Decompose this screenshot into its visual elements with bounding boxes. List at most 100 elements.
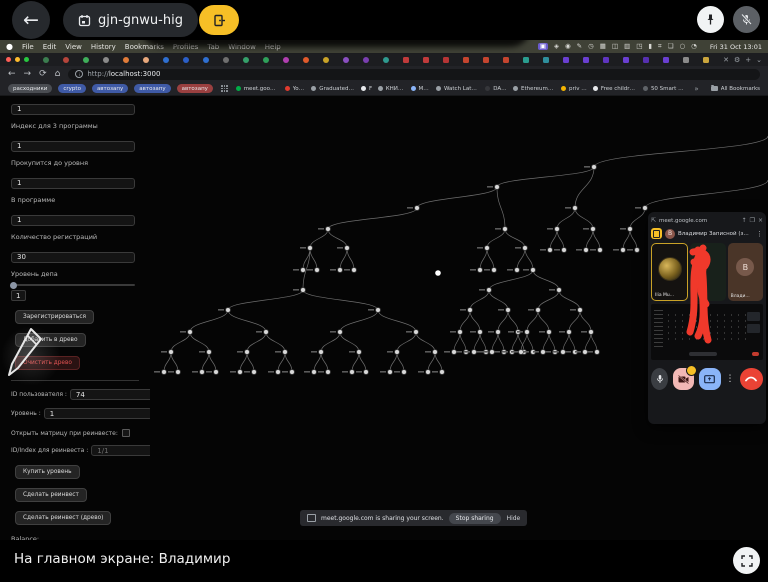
tab-favicon[interactable]: [623, 57, 629, 63]
bookmark-item[interactable]: meet.google.com/...: [236, 86, 279, 92]
zoom-window-button[interactable]: [24, 57, 29, 62]
participant-tile[interactable]: B Влади...: [728, 243, 763, 301]
tree-node[interactable]: [238, 370, 243, 375]
tree-node[interactable]: [541, 350, 546, 355]
bookmark-item[interactable]: Graduated and Inc...: [311, 86, 355, 92]
tab-favicon[interactable]: [43, 57, 49, 63]
tree-node[interactable]: [628, 227, 633, 232]
reinvest-id-index-input[interactable]: [91, 445, 150, 456]
bookmark-item[interactable]: КНИГИ ТУТ: [378, 86, 405, 92]
tab-favicon[interactable]: [643, 57, 649, 63]
upgrade-to-level-input[interactable]: [11, 178, 135, 189]
mic-button[interactable]: [651, 368, 668, 390]
tree-node[interactable]: [510, 350, 515, 355]
bookmarks-overflow-icon[interactable]: »: [694, 85, 698, 93]
registrations-count-input[interactable]: [11, 252, 135, 263]
bookmark-chip[interactable]: автозапу: [92, 84, 128, 93]
tree-node[interactable]: [352, 268, 357, 273]
index-for-program-3-input[interactable]: [11, 141, 135, 152]
tab-favicon[interactable]: [323, 57, 329, 63]
tab-favicon[interactable]: [183, 57, 189, 63]
screen-share-icon[interactable]: ▣: [538, 43, 548, 50]
tree-node[interactable]: [283, 350, 288, 355]
tab-favicon[interactable]: [703, 57, 709, 63]
tree-node[interactable]: [319, 350, 324, 355]
back-nav-icon[interactable]: ←: [8, 70, 16, 79]
leave-meeting-button[interactable]: [199, 5, 239, 35]
tree-node[interactable]: [635, 248, 640, 253]
tree-node[interactable]: [557, 288, 562, 293]
tree-node[interactable]: [176, 370, 181, 375]
menubar-item-file[interactable]: File: [22, 43, 34, 51]
bookmark-chip[interactable]: автозапу: [177, 84, 213, 93]
tree-node[interactable]: [264, 330, 269, 335]
battery-icon[interactable]: ▮: [648, 43, 652, 50]
slider-handle[interactable]: [10, 282, 17, 289]
tree-node[interactable]: [452, 350, 457, 355]
tab-favicon[interactable]: [163, 57, 169, 63]
tree-node[interactable]: [433, 350, 438, 355]
tab-favicon[interactable]: [303, 57, 309, 63]
tree-node[interactable]: [567, 330, 572, 335]
menubar-item-history[interactable]: History: [91, 43, 116, 51]
tree-node[interactable]: [214, 370, 219, 375]
minimize-window-button[interactable]: [15, 57, 20, 62]
tree-node[interactable]: [503, 227, 508, 232]
eye-icon[interactable]: ◉: [565, 43, 571, 50]
tab-favicon[interactable]: [283, 57, 289, 63]
tree-node[interactable]: [301, 288, 306, 293]
tree-node[interactable]: [595, 350, 600, 355]
tree-node[interactable]: [536, 308, 541, 313]
expand-icon[interactable]: ⇱: [651, 218, 656, 224]
tree-node[interactable]: [468, 308, 473, 313]
tree-node[interactable]: [484, 350, 489, 355]
tree-node[interactable]: [440, 370, 445, 375]
tree-node[interactable]: [561, 350, 566, 355]
depth-level-slider[interactable]: [11, 284, 135, 286]
bookmark-item[interactable]: Magnet: [411, 86, 430, 92]
tree-node[interactable]: [591, 227, 596, 232]
tree-node[interactable]: [162, 370, 167, 375]
tree-node[interactable]: [350, 370, 355, 375]
tree-node[interactable]: [548, 248, 553, 253]
tab-favicon[interactable]: [423, 57, 429, 63]
bookmark-item[interactable]: Free children's stor...: [593, 86, 637, 92]
tree-node[interactable]: [252, 370, 257, 375]
more-options-icon[interactable]: ⋮: [756, 230, 763, 238]
hide-toast-button[interactable]: Hide: [507, 515, 521, 522]
tab-favicon[interactable]: [563, 57, 569, 63]
tree-node[interactable]: [525, 330, 530, 335]
tree-node[interactable]: [364, 370, 369, 375]
tab-control-icon[interactable]: +: [745, 56, 751, 64]
tree-node[interactable]: [458, 330, 463, 335]
in-program-input[interactable]: [11, 215, 135, 226]
tree-node[interactable]: [426, 370, 431, 375]
bookmark-item[interactable]: DAS calc: [485, 86, 507, 92]
tree-node[interactable]: [496, 330, 501, 335]
tree-node[interactable]: [276, 370, 281, 375]
tree-node[interactable]: [226, 308, 231, 313]
tab-favicon[interactable]: [603, 57, 609, 63]
tree-node[interactable]: [188, 330, 193, 335]
back-button[interactable]: ←: [12, 1, 50, 39]
tree-node[interactable]: [515, 268, 520, 273]
tree-node[interactable]: [553, 350, 558, 355]
tree-node[interactable]: [643, 206, 648, 211]
tree-node[interactable]: [485, 246, 490, 251]
tree-node[interactable]: [315, 268, 320, 273]
tree-node[interactable]: [200, 370, 205, 375]
fullscreen-button[interactable]: [733, 547, 760, 574]
tree-node[interactable]: [301, 268, 306, 273]
tree-node[interactable]: [326, 227, 331, 232]
tab-favicon[interactable]: [103, 57, 109, 63]
bookmark-chip[interactable]: расходники: [8, 84, 52, 93]
share-icon[interactable]: ↑: [742, 218, 747, 224]
pin-button[interactable]: [697, 6, 724, 33]
tree-node[interactable]: [573, 206, 578, 211]
close-window-button[interactable]: [6, 57, 11, 62]
tree-node[interactable]: [523, 246, 528, 251]
tree-node[interactable]: [589, 330, 594, 335]
tab-control-icon[interactable]: ⌄: [756, 56, 762, 64]
apple-menu-icon[interactable]: ●: [6, 42, 13, 51]
window-icon[interactable]: ◫: [612, 43, 618, 50]
